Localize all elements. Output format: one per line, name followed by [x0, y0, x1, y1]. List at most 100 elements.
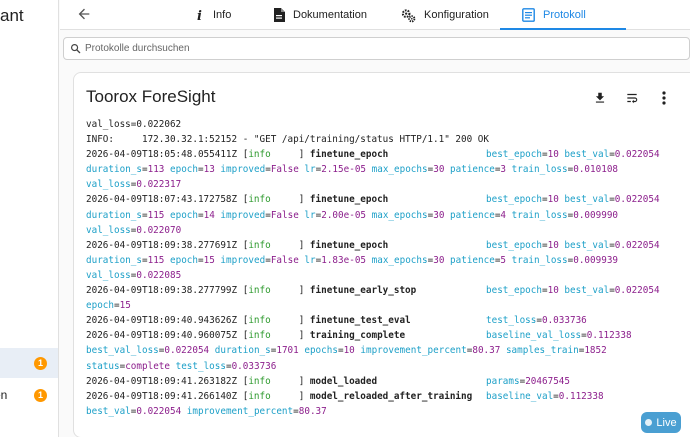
log-value: 0.022054: [164, 345, 210, 357]
log-context: best_epoch=10 best_val=0.022054: [486, 149, 660, 161]
log-key: baseline_val: [486, 390, 554, 402]
log-output: val_loss=0.022062 INFO: 172.30.32.1:52152…: [86, 117, 690, 437]
log-value: 0.022085: [136, 269, 182, 281]
log-key: improved: [220, 164, 266, 176]
download-icon: [595, 92, 605, 103]
tab-info-label: Info: [213, 9, 232, 21]
log-line: epoch=15: [86, 300, 131, 312]
search-icon: [71, 44, 81, 54]
log-value: 0.022054: [614, 285, 660, 297]
live-dot-icon: [645, 419, 653, 426]
tab-info[interactable]: i Info: [195, 0, 231, 30]
log-key: best_epoch: [486, 149, 542, 161]
log-value: 0.022054: [136, 405, 182, 417]
log-key: epoch: [86, 300, 114, 312]
log-value: 80.37: [472, 345, 501, 357]
notification-badge: 1: [34, 356, 47, 370]
tab-dokumentation[interactable]: Dokumentation: [273, 0, 367, 30]
log-file-icon: [522, 8, 535, 22]
log-key: lr: [304, 209, 316, 221]
log-context: baseline_val_loss=0.112338: [486, 330, 632, 342]
log-key: test_loss: [175, 360, 226, 372]
search-bar: [63, 37, 690, 60]
log-context: test_loss=0.033736: [486, 315, 587, 327]
log-key: best_val: [564, 194, 610, 206]
log-line: best_val=0.022054 improvement_percent=80…: [86, 405, 327, 417]
log-key: improved: [220, 209, 266, 221]
log-line: 2026-04-09T18:09:40.960075Z [info ] trai…: [86, 328, 690, 343]
log-value: 1701: [276, 345, 299, 357]
log-value: 115: [147, 254, 165, 266]
log-value: 14: [203, 209, 215, 221]
tab-konfiguration[interactable]: Konfiguration: [401, 0, 489, 30]
log-line: 2026-04-09T18:09:41.263182Z [info ] mode…: [86, 374, 690, 389]
log-value: 20467545: [525, 375, 570, 387]
log-value: 113: [147, 164, 165, 176]
tab-protokoll[interactable]: Protokoll: [500, 0, 626, 30]
log-key: duration_s: [86, 254, 142, 266]
log-line: duration_s=115 epoch=15 improved=False l…: [86, 254, 619, 266]
log-timestamp: 2026-04-09T18:09:38.277691Z: [86, 239, 238, 251]
log-key: lr: [304, 164, 316, 176]
back-button[interactable]: [72, 2, 96, 26]
arrow-left-icon: [78, 8, 90, 20]
log-value: 3: [500, 164, 507, 176]
log-key: samples_train: [505, 345, 579, 357]
log-key: patience: [450, 209, 495, 221]
log-line: 2026-04-09T18:09:40.943626Z [info ] fine…: [86, 313, 690, 328]
more-vertical-icon: [662, 91, 666, 105]
log-value: 0.022054: [614, 239, 660, 251]
log-context: best_epoch=10 best_val=0.022054: [486, 194, 660, 206]
log-key: improved: [220, 254, 266, 266]
log-key: test_loss: [486, 315, 537, 327]
live-button[interactable]: Live: [641, 412, 681, 433]
log-key: improvement_percent: [186, 405, 294, 417]
tab-protokoll-label: Protokoll: [543, 9, 586, 21]
log-key: patience: [450, 254, 495, 266]
log-event: finetune_test_eval: [309, 315, 411, 327]
log-value: 2.15e-05: [321, 164, 367, 176]
log-timestamp: 2026-04-09T18:09:41.263182Z: [86, 375, 238, 387]
log-value: 30: [433, 164, 445, 176]
log-key: val_loss: [86, 269, 131, 281]
log-value: 0.022054: [614, 149, 660, 161]
log-key: val_loss: [86, 224, 131, 236]
log-value: 2.00e-05: [321, 209, 367, 221]
log-value: 115: [147, 209, 165, 221]
log-event: training_complete: [309, 330, 406, 342]
log-event: finetune_early_stop: [309, 285, 417, 297]
log-key: baseline_val_loss: [486, 330, 582, 342]
log-key: duration_s: [214, 345, 271, 357]
log-key: patience: [450, 164, 495, 176]
log-key: params: [486, 375, 520, 387]
log-line: status=complete test_loss=0.033736: [86, 360, 277, 372]
sidebar-item-label: en: [0, 388, 8, 402]
log-key: max_epochs: [371, 164, 428, 176]
wrap-lines-button[interactable]: [620, 86, 644, 110]
log-key: best_val: [86, 405, 131, 417]
download-button[interactable]: [588, 86, 612, 110]
log-line: duration_s=113 epoch=13 improved=False l…: [86, 164, 619, 176]
more-options-button[interactable]: [652, 86, 676, 110]
log-context: baseline_val=0.112338: [486, 390, 604, 402]
app: ant 1 en 1 i Info: [0, 0, 690, 437]
log-event: finetune_epoch: [309, 239, 389, 251]
log-line: 2026-04-09T18:09:41.266140Z [info ] mode…: [86, 389, 690, 404]
card-title: Toorox ForeSight: [86, 87, 216, 106]
log-timestamp: 2026-04-09T18:07:43.172758Z: [86, 194, 238, 206]
log-value: False: [270, 164, 299, 176]
wrap-text-icon: [627, 93, 638, 104]
log-level: info: [248, 375, 299, 387]
log-line: 2026-04-09T18:09:38.277691Z [info ] fine…: [86, 238, 690, 253]
log-key: epoch: [170, 164, 198, 176]
sidebar-item-active[interactable]: 1: [0, 348, 58, 378]
log-value: 4: [500, 209, 507, 221]
search-input[interactable]: [85, 43, 689, 54]
sidebar-item-second[interactable]: en 1: [0, 380, 58, 410]
live-label: Live: [656, 416, 677, 429]
log-line: 2026-04-09T18:09:38.277799Z [info ] fine…: [86, 283, 690, 298]
log-key: best_val: [564, 239, 610, 251]
log-event: model_loaded: [309, 375, 378, 387]
log-key: best_val: [564, 285, 610, 297]
log-line: val_loss=0.022062: [86, 119, 182, 130]
